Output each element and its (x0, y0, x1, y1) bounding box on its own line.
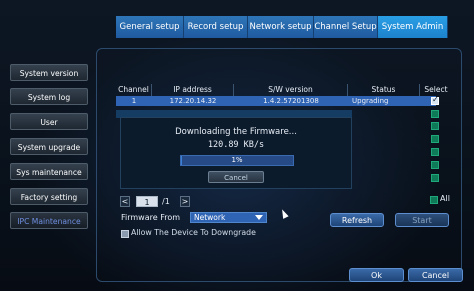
page-number-input[interactable]: 1 (136, 196, 158, 207)
column-header-channel: Channel (116, 84, 152, 96)
row-select-checkbox[interactable] (431, 148, 439, 156)
firmware-download-dialog: Downloading the Firmware... 120.89 KB/s … (120, 117, 352, 189)
table-header: Channel IP address S/W version Status Se… (116, 84, 452, 96)
prev-page-button[interactable]: < (120, 196, 130, 207)
cell-channel: 1 (131, 97, 137, 105)
top-menu: General setup Record setup Network setup… (116, 16, 448, 38)
ok-button[interactable]: Ok (349, 268, 404, 282)
progress-label: 1% (231, 156, 243, 164)
start-button[interactable]: Start (395, 213, 449, 227)
page-total: /1 (162, 197, 170, 206)
refresh-button[interactable]: Refresh (330, 213, 384, 227)
sidebar-item-user[interactable]: User (10, 113, 88, 130)
row-select-checkbox[interactable] (431, 122, 439, 130)
dialog-title: Downloading the Firmware... (175, 127, 297, 137)
row-select-checkbox[interactable] (431, 110, 439, 118)
column-header-ip-address: IP address (152, 84, 234, 96)
cancel-button[interactable]: Cancel (408, 268, 463, 282)
firmware-source-value: Network (194, 213, 226, 222)
sidebar-item-system-version[interactable]: System version (10, 64, 88, 81)
dialog-cancel-button[interactable]: Cancel (208, 171, 264, 183)
tab-system-admin[interactable]: System Admin (378, 16, 448, 38)
allow-downgrade-label: Allow The Device To Downgrade (131, 228, 256, 237)
row-select-checkbox[interactable] (431, 95, 439, 105)
tab-general-setup[interactable]: General setup (116, 16, 184, 38)
chevron-down-icon (255, 215, 263, 220)
column-header-sw-version: S/W version (234, 84, 348, 96)
cell-sw-version: 1.4.2.57201308 (263, 97, 319, 105)
sidebar-item-ipc-maintenance[interactable]: IPC Maintenance (10, 212, 88, 229)
column-header-status: Status (348, 84, 420, 96)
row-select-checkbox[interactable] (431, 135, 439, 143)
tab-network-setup[interactable]: Network setup (248, 16, 314, 38)
next-page-button[interactable]: > (180, 196, 190, 207)
cell-status: Upgrading (352, 97, 389, 105)
tab-record-setup[interactable]: Record setup (184, 16, 248, 38)
sidebar-item-factory-setting[interactable]: Factory setting (10, 188, 88, 205)
firmware-source-select[interactable]: Network (190, 212, 267, 223)
tab-channel-setup[interactable]: Channel Setup (314, 16, 378, 38)
sidebar-item-system-upgrade[interactable]: System upgrade (10, 138, 88, 155)
row-select-checkbox[interactable] (431, 174, 439, 182)
sidebar-item-sys-maintenance[interactable]: Sys maintenance (10, 163, 88, 180)
sidebar-item-system-log[interactable]: System log (10, 88, 88, 105)
row-select-checkbox[interactable] (431, 161, 439, 169)
select-all-checkbox[interactable] (430, 196, 438, 204)
allow-downgrade-checkbox[interactable] (121, 230, 129, 238)
table-row[interactable]: 1 172.20.14.32 1.4.2.57201308 Upgrading (116, 95, 452, 106)
download-speed: 120.89 KB/s (207, 140, 265, 150)
firmware-from-label: Firmware From (121, 213, 181, 222)
download-progress-bar: 1% (180, 155, 294, 166)
cell-ip-address: 172.20.14.32 (169, 97, 217, 105)
select-all-label: All (440, 194, 450, 203)
